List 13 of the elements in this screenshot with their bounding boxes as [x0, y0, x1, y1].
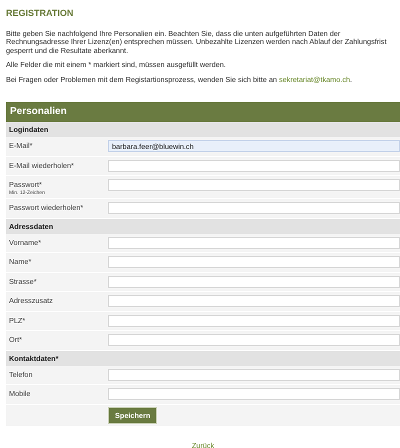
input-field[interactable] [108, 236, 400, 249]
input-field[interactable] [108, 334, 400, 346]
panel-header: Personalien [6, 102, 400, 122]
input-field[interactable] [108, 368, 400, 381]
input-field[interactable] [108, 295, 400, 308]
input-field[interactable] [108, 388, 400, 400]
input-field[interactable] [108, 276, 400, 288]
input-field[interactable] [108, 202, 400, 214]
input-field[interactable] [108, 256, 400, 268]
input-field[interactable] [108, 314, 400, 327]
input-field[interactable] [108, 160, 400, 172]
page-title: REGISTRATION [6, 8, 74, 18]
input-field[interactable] [108, 179, 400, 192]
